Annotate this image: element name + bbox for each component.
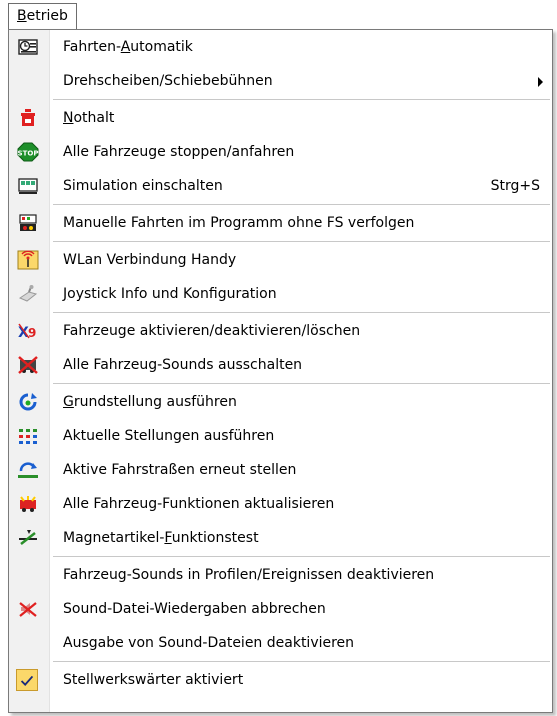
menu-items: Fahrten-Automatik Drehscheiben/Schiebebü… [9,30,552,697]
menu-item-fahrzeuge-aktivieren[interactable]: X9 Fahrzeuge aktivieren/deaktivieren/lös… [9,314,552,348]
manual-track-icon [17,213,39,233]
shortcut-label: Strg+S [490,178,540,194]
menu-item-label: Stellwerkswärter aktiviert [63,672,244,688]
menu-item-fahrzeug-funktionen[interactable]: Alle Fahrzeug-Funktionen aktualisieren [9,487,552,521]
menu-item-aktuelle-stellungen[interactable]: Aktuelle Stellungen ausführen [9,419,552,453]
menu-item-label: Drehscheiben/Schiebebühnen [63,73,273,89]
auto-drive-icon [17,37,39,57]
menu-item-label: Simulation einschalten [63,178,223,194]
sound-cancel-icon [17,599,39,619]
menu-item-sound-ausgabe[interactable]: Ausgabe von Sound-Dateien deaktivieren [9,626,552,660]
menu-item-manuelle-fahrten[interactable]: Manuelle Fahrten im Programm ohne FS ver… [9,206,552,240]
menu-item-label: Ausgabe von Sound-Dateien deaktivieren [63,635,355,651]
menu-title-accel: B [17,8,27,24]
simulation-icon [17,176,39,196]
menu-item-grundstellung[interactable]: Grundstellung ausführen [9,385,552,419]
menu-item-fahrstrassen[interactable]: Aktive Fahrstraßen erneut stellen [9,453,552,487]
switch-states-icon [17,426,39,446]
sound-off-icon [17,355,39,375]
vehicle-toggle-icon: X9 [17,321,39,341]
joystick-icon [17,284,39,304]
menu-betrieb[interactable]: Betrieb [8,3,77,30]
menu-item-label: Grundstellung ausführen [63,394,237,410]
menu-item-label: Magnetartikel-Funktionstest [63,530,259,546]
menu-item-label: Fahrzeuge aktivieren/deaktivieren/lösche… [63,323,361,339]
submenu-arrow-icon [538,77,543,87]
menu-item-sounds-ausschalten[interactable]: Alle Fahrzeug-Sounds ausschalten [9,348,552,382]
menu-item-label: Alle Fahrzeuge stoppen/anfahren [63,144,295,160]
svg-text:9: 9 [28,326,36,340]
turnout-test-icon [17,528,39,548]
menu-item-label: WLan Verbindung Handy [63,252,237,268]
menu-item-drehscheiben[interactable]: Drehscheiben/Schiebebühnen [9,64,552,98]
menu-item-stellwerkswaerter[interactable]: Stellwerkswärter aktiviert [9,663,552,697]
route-reset-icon [17,460,39,480]
stop-sign-icon: STOP [17,142,39,162]
functions-refresh-icon [17,494,39,514]
svg-text:STOP: STOP [18,150,39,158]
dropdown-menu: Fahrten-Automatik Drehscheiben/Schiebebü… [8,29,553,713]
checkmark-icon [16,669,38,691]
menu-item-sound-abbrechen[interactable]: Sound-Datei-Wiedergaben abbrechen [9,592,552,626]
menu-item-alle-fahrzeuge-stoppen[interactable]: STOP Alle Fahrzeuge stoppen/anfahren [9,135,552,169]
menu-item-label: Nothalt [63,110,115,126]
menu-item-label: Aktuelle Stellungen ausführen [63,428,275,444]
menu-title-rest: etrieb [26,8,68,24]
menu-item-label: Fahrzeug-Sounds in Profilen/Ereignissen … [63,567,435,583]
wlan-antenna-icon [17,250,39,270]
reset-icon [17,392,39,412]
menu-item-simulation[interactable]: Simulation einschalten Strg+S [9,169,552,203]
menu-item-fahrten-automatik[interactable]: Fahrten-Automatik [9,30,552,64]
menu-item-wlan[interactable]: WLan Verbindung Handy [9,243,552,277]
menu-item-label: Alle Fahrzeug-Funktionen aktualisieren [63,496,335,512]
menu-item-joystick[interactable]: Joystick Info und Konfiguration [9,277,552,311]
menu-item-label: Alle Fahrzeug-Sounds ausschalten [63,357,303,373]
emergency-stop-icon [17,108,39,128]
menu-item-nothalt[interactable]: Nothalt [9,101,552,135]
menu-item-magnetartikel[interactable]: Magnetartikel-Funktionstest [9,521,552,555]
menu-item-label: Joystick Info und Konfiguration [63,286,277,302]
menu-item-label: Sound-Datei-Wiedergaben abbrechen [63,601,326,617]
menu-item-label: Fahrten-Automatik [63,39,193,55]
menu-bar: Betrieb [0,0,557,30]
menu-item-label: Aktive Fahrstraßen erneut stellen [63,462,297,478]
menu-item-label: Manuelle Fahrten im Programm ohne FS ver… [63,215,415,231]
menu-item-sounds-profile[interactable]: Fahrzeug-Sounds in Profilen/Ereignissen … [9,558,552,592]
